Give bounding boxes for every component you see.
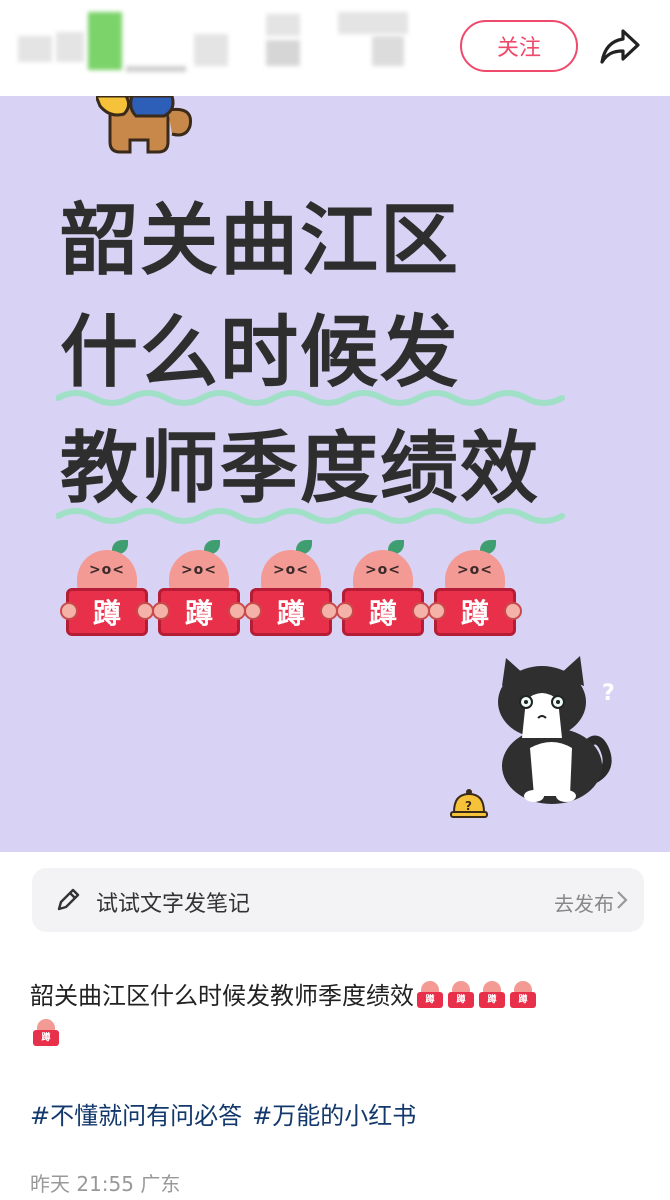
squat-emoji-icon: 蹲: [477, 980, 507, 1010]
chevron-right-icon: [617, 891, 628, 909]
hashtag-list: #不懂就问有问必答 #万能的小红书: [30, 1096, 416, 1131]
follow-button[interactable]: 关注: [460, 20, 578, 72]
top-bar: 关注: [0, 0, 670, 96]
chick-face: >o<: [88, 562, 126, 578]
title-line-3: 教师季度绩效: [60, 424, 541, 514]
post-location: 广东: [140, 1172, 181, 1196]
chick-face: >o<: [364, 562, 402, 578]
chick-face: >o<: [456, 562, 494, 578]
squat-chick-sticker: >o< 蹲: [152, 540, 246, 640]
squat-emoji-icon: 蹲: [446, 980, 476, 1010]
post-meta: 昨天 21:55 广东: [30, 1168, 180, 1197]
squat-emoji-icon: 蹲: [508, 980, 538, 1010]
post-text: 韶关曲江区什么时候发教师季度绩效: [30, 982, 414, 1010]
squat-emoji-icon: 蹲: [31, 1018, 61, 1048]
mascot-sticker: [96, 96, 193, 154]
hashtag-link[interactable]: #不懂就问有问必答: [30, 1096, 242, 1131]
write-note-bar[interactable]: 试试文字发笔记 去发布: [32, 868, 644, 932]
publish-link[interactable]: 去发布: [554, 888, 614, 917]
tuxedo-cat-sticker: ?: [498, 656, 615, 804]
post-body: 韶关曲江区什么时候发教师季度绩效蹲蹲蹲蹲: [30, 976, 640, 1016]
squat-emoji-icon: 蹲: [415, 980, 445, 1010]
wave-underline: [56, 508, 565, 524]
hashtag-link[interactable]: #万能的小红书: [252, 1096, 416, 1131]
post-time: 昨天 21:55: [30, 1172, 134, 1196]
cat-question-mark: ?: [602, 681, 615, 706]
chick-face: >o<: [272, 562, 310, 578]
bell-question-mark: ?: [465, 799, 472, 813]
squat-chick-sticker: >o< 蹲: [244, 540, 338, 640]
write-note-placeholder: 试试文字发笔记: [96, 892, 251, 917]
title-line-1: 韶关曲江区: [60, 196, 461, 286]
service-bell-icon: ?: [450, 789, 488, 818]
note-image[interactable]: 韶关曲江区 什么时候发 教师季度绩效 >o< 蹲 >o< 蹲 >o< 蹲 >o<…: [0, 96, 670, 852]
squat-chick-sticker: >o< 蹲: [336, 540, 430, 640]
wave-underline: [56, 390, 565, 406]
pencil-icon: [57, 888, 80, 911]
title-line-2: 什么时候发: [60, 308, 461, 398]
share-arrow-icon[interactable]: [596, 22, 644, 70]
squat-chick-sticker: >o< 蹲: [60, 540, 154, 640]
chick-face: >o<: [180, 562, 218, 578]
squat-chick-sticker: >o< 蹲: [428, 540, 522, 640]
